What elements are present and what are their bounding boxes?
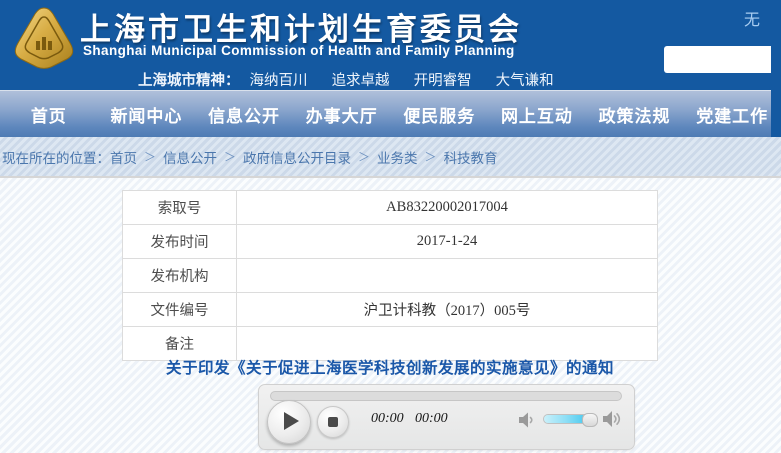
main-nav: 首页 新闻中心 信息公开 办事大厅 便民服务 网上互动 政策法规 党建工作 [0, 90, 781, 137]
nav-item-party-building[interactable]: 党建工作 [683, 102, 781, 127]
slogan-item: 追求卓越 [332, 73, 390, 89]
nav-item-news[interactable]: 新闻中心 [98, 102, 196, 127]
accessibility-link[interactable]: 无 [744, 6, 760, 30]
nav-item-online-interaction[interactable]: 网上互动 [488, 102, 586, 127]
doc-meta-table: 索取号 AB83220002017004 发布时间 2017-1-24 发布机构… [122, 190, 658, 361]
doc-meta-label: 发布时间 [123, 225, 237, 259]
breadcrumb-link-info-disclosure[interactable]: 信息公开 [163, 147, 217, 167]
slogan-item: 大气谦和 [496, 73, 554, 89]
site-subtitle: Shanghai Municipal Commission of Health … [83, 43, 515, 58]
search-input[interactable] [664, 46, 781, 73]
volume-down-icon[interactable] [517, 410, 537, 430]
play-icon [284, 412, 299, 430]
seek-bar[interactable] [270, 391, 622, 401]
doc-meta-value: 2017-1-24 [237, 225, 658, 259]
stop-button[interactable] [317, 406, 349, 438]
breadcrumb-link-sci-tech-education[interactable]: 科技教育 [444, 147, 498, 167]
doc-meta-label: 文件编号 [123, 293, 237, 327]
breadcrumb-separator: ＞ [144, 148, 156, 165]
breadcrumb-separator: ＞ [425, 148, 437, 165]
doc-meta-row: 发布时间 2017-1-24 [123, 225, 658, 259]
site-header: 上海市卫生和计划生育委员会 Shanghai Municipal Commiss… [0, 0, 781, 90]
nav-item-info-disclosure[interactable]: 信息公开 [195, 102, 293, 127]
site-logo-icon [12, 5, 76, 71]
volume-up-icon[interactable] [601, 408, 621, 428]
nav-item-home[interactable]: 首页 [0, 102, 98, 127]
breadcrumb-separator: ＞ [358, 148, 370, 165]
doc-meta-row: 发布机构 [123, 259, 658, 293]
doc-meta-label: 发布机构 [123, 259, 237, 293]
document-title: 关于印发《关于促进上海医学科技创新发展的实施意见》的通知 [110, 356, 670, 378]
breadcrumb-link-gov-info-catalog[interactable]: 政府信息公开目录 [243, 147, 351, 167]
stop-icon [328, 417, 338, 427]
breadcrumb-link-home[interactable]: 首页 [110, 147, 137, 167]
play-button[interactable] [267, 400, 311, 444]
nav-item-service-hall[interactable]: 办事大厅 [293, 102, 391, 127]
doc-meta-value [237, 259, 658, 293]
volume-fill [544, 415, 583, 423]
doc-meta-value: AB83220002017004 [237, 191, 658, 225]
breadcrumb-link-business-category[interactable]: 业务类 [377, 147, 418, 167]
doc-meta-value: 沪卫计科教（2017）005号 [237, 293, 658, 327]
volume-handle[interactable] [582, 413, 598, 427]
current-time: 00:00 [371, 411, 404, 427]
breadcrumb: 现在所在的位置： 首页 ＞ 信息公开 ＞ 政府信息公开目录 ＞ 业务类 ＞ 科技… [0, 137, 781, 178]
volume-slider[interactable] [543, 414, 595, 424]
breadcrumb-separator: ＞ [224, 148, 236, 165]
breadcrumb-label: 现在所在的位置： [2, 147, 110, 167]
slogan-item: 开明睿智 [414, 73, 472, 89]
nav-item-public-service[interactable]: 便民服务 [391, 102, 489, 127]
doc-meta-label: 索取号 [123, 191, 237, 225]
audio-player: 00:00 00:00 [258, 384, 635, 450]
total-time: 00:00 [415, 411, 448, 427]
slogan-label: 上海城市精神： [138, 73, 240, 89]
city-spirit-slogan: 上海城市精神： 海纳百川 追求卓越 开明睿智 大气谦和 [138, 69, 574, 90]
slogan-item: 海纳百川 [250, 73, 308, 89]
doc-meta-row: 文件编号 沪卫计科教（2017）005号 [123, 293, 658, 327]
nav-item-policies[interactable]: 政策法规 [586, 102, 684, 127]
doc-meta-row: 索取号 AB83220002017004 [123, 191, 658, 225]
